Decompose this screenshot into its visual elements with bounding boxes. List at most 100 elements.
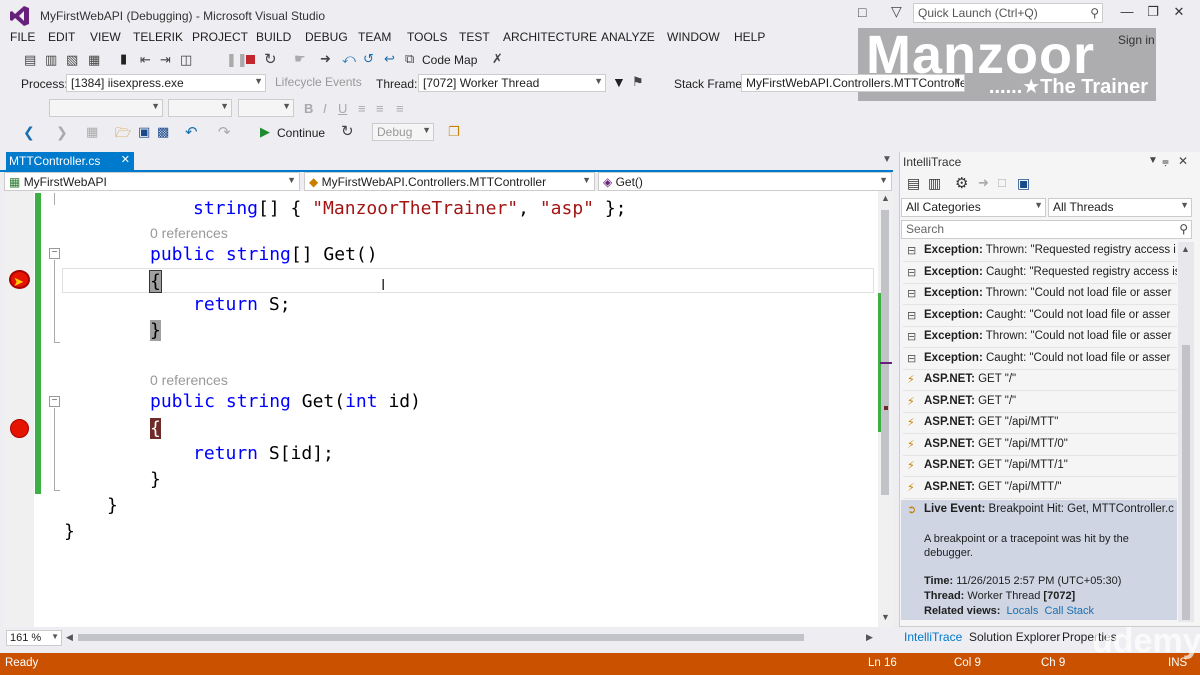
threads-icon[interactable]: ▥	[45, 52, 57, 68]
close-icon[interactable]: ✕	[1178, 154, 1188, 168]
maximize-icon[interactable]: ❐	[1142, 4, 1164, 22]
sign-in-link[interactable]: Sign in	[1118, 33, 1155, 47]
gear-icon[interactable]: ⚙	[955, 174, 968, 192]
event-row[interactable]: ⚡ ASP.NET: GET "/"	[903, 392, 1177, 413]
event-row[interactable]: ⚡ ASP.NET: GET "/api/MTT"	[903, 413, 1177, 434]
continue-icon[interactable]: ▶	[260, 124, 270, 140]
code-line-method-get-id[interactable]: public string Get(int id)	[150, 391, 421, 412]
code-map-icon[interactable]: ⧉	[405, 51, 414, 67]
underline-icon[interactable]: U	[338, 101, 347, 116]
font-size-dropdown[interactable]: ▼	[168, 99, 232, 117]
code-line-method-get[interactable]: public string[] Get()	[150, 244, 378, 265]
menu-help[interactable]: HELP	[734, 30, 765, 44]
refresh-icon[interactable]: ↻	[341, 122, 354, 140]
event-row[interactable]: ⊟ Exception: Caught: "Could not load file…	[903, 349, 1177, 370]
locals-link[interactable]: Locals	[1007, 605, 1039, 617]
redo-icon[interactable]: ↷	[218, 123, 231, 141]
event-row[interactable]: ⚡ ASP.NET: GET "/api/MTT/0"	[903, 435, 1177, 456]
codelens-references[interactable]: 0 references	[150, 225, 228, 241]
intellitrace-scroll-thumb[interactable]	[1182, 345, 1190, 620]
align-center-icon[interactable]: ≡	[376, 101, 384, 116]
pause-icon[interactable]: ❚❚	[226, 52, 248, 68]
code-line-close-brace[interactable]: }	[150, 320, 161, 341]
code-line-open-brace[interactable]: {	[150, 418, 161, 439]
show-threads-icon[interactable]: ▤	[24, 52, 36, 68]
collapse-icon[interactable]: −	[49, 248, 60, 259]
modules-icon[interactable]: ▦	[88, 52, 100, 68]
bookmark-folder-icon[interactable]: ◫	[180, 52, 192, 68]
code-line-close-brace[interactable]: }	[150, 469, 161, 490]
feedback-icon[interactable]: □	[858, 4, 866, 20]
zoom-dropdown[interactable]: 161 % ▼	[6, 630, 62, 646]
tree-view-icon[interactable]: ▥	[928, 175, 941, 192]
quick-launch-input[interactable]: Quick Launch (Ctrl+Q) ⚲	[913, 3, 1103, 23]
search-icon[interactable]: ⚲	[1179, 222, 1188, 236]
open-folder-icon[interactable]: 🗁	[115, 124, 131, 146]
event-row[interactable]: ⊟ Exception: Thrown: "Could not load file…	[903, 284, 1177, 305]
code-line-class-close[interactable]: }	[107, 495, 118, 516]
back-icon[interactable]: ❮	[23, 124, 35, 141]
continue-button[interactable]: Continue	[277, 126, 325, 140]
menu-debug[interactable]: DEBUG	[305, 30, 348, 44]
menu-tools[interactable]: TOOLS	[407, 30, 447, 44]
project-nav-dropdown[interactable]: ▦ MyFirstWebAPI ▼	[4, 172, 300, 191]
panel-menu-icon[interactable]: ▼	[1148, 155, 1158, 166]
category-filter-dropdown[interactable]: All Categories ▼	[901, 198, 1046, 217]
event-row[interactable]: ⊟ Exception: Caught: "Requested registry …	[903, 263, 1177, 284]
code-line-array-init[interactable]: string[] { "ManzoorTheTrainer", "asp" };	[193, 198, 627, 219]
member-nav-dropdown[interactable]: ◈ Get() ▼	[598, 172, 892, 191]
close-icon[interactable]: ✕	[121, 153, 130, 166]
align-left-icon[interactable]: ≡	[358, 101, 366, 116]
event-row[interactable]: ⚡ ASP.NET: GET "/"	[903, 370, 1177, 391]
collapse-icon[interactable]: −	[49, 396, 60, 407]
tab-solution-explorer[interactable]: Solution Explorer	[969, 630, 1060, 644]
menu-team[interactable]: TEAM	[358, 30, 391, 44]
hex-display-icon[interactable]: ✗	[492, 51, 503, 67]
live-event-row[interactable]: ➲ Live Event: Breakpoint Hit: Get, MTTCon…	[903, 500, 1177, 521]
italic-icon[interactable]: I	[323, 101, 327, 116]
current-statement-breakpoint-icon[interactable]: ➤	[9, 270, 30, 289]
intellitrace-search-input[interactable]: Search ⚲	[901, 220, 1192, 239]
codelens-references[interactable]: 0 references	[150, 372, 228, 388]
undo-icon[interactable]: ↶	[185, 123, 198, 141]
filter-threads-icon[interactable]: ▼	[612, 74, 626, 90]
pin-icon[interactable]: ⩦	[1162, 154, 1169, 169]
menu-telerik[interactable]: TELERIK	[133, 30, 183, 44]
breakpoint-margin[interactable]	[4, 191, 34, 627]
tab-intellitrace[interactable]: IntelliTrace	[904, 630, 962, 644]
list-view-icon[interactable]: ▤	[907, 175, 920, 192]
event-row[interactable]: ⚡ ASP.NET: GET "/api/MTT/1"	[903, 456, 1177, 477]
stack-icon[interactable]: ▧	[66, 52, 78, 68]
menu-file[interactable]: FILE	[10, 30, 35, 44]
close-icon[interactable]: ✕	[1168, 4, 1190, 22]
scroll-up-icon[interactable]: ▲	[1181, 244, 1190, 254]
show-next-statement-icon[interactable]: ➜	[320, 51, 331, 67]
step-out-icon[interactable]: ↩	[384, 51, 395, 67]
menu-test[interactable]: TEST	[459, 30, 490, 44]
stop-icon[interactable]	[246, 55, 255, 64]
save-icon[interactable]: ▣	[1017, 175, 1030, 192]
code-map-button[interactable]: Code Map	[422, 53, 477, 67]
event-row[interactable]: ⚡ ASP.NET: GET "/api/MTT/"	[903, 478, 1177, 499]
thread-filter-dropdown[interactable]: All Threads ▼	[1048, 198, 1192, 217]
code-editor[interactable]	[4, 191, 878, 627]
save-all-icon[interactable]: ▩	[157, 124, 169, 140]
attach-icon[interactable]: ☛	[294, 51, 306, 67]
call-stack-link[interactable]: Call Stack	[1044, 605, 1094, 617]
code-line-namespace-close[interactable]: }	[64, 521, 75, 542]
thread-dropdown[interactable]: [7072] Worker Thread ▼	[418, 74, 606, 92]
new-project-icon[interactable]: ▦	[86, 124, 98, 140]
editor-horizontal-scroll-thumb[interactable]	[78, 634, 804, 641]
menu-analyze[interactable]: ANALYZE	[601, 30, 655, 44]
code-line-open-brace[interactable]: {	[149, 270, 162, 293]
find-in-files-icon[interactable]: ❐	[448, 124, 460, 140]
class-nav-dropdown[interactable]: ◆ MyFirstWebAPI.Controllers.MTTControlle…	[304, 172, 595, 191]
style-dropdown[interactable]: ▼	[238, 99, 294, 117]
font-name-dropdown[interactable]: ▼	[49, 99, 163, 117]
restart-icon[interactable]: ↻	[264, 50, 277, 68]
filter-icon[interactable]: ▽	[891, 3, 902, 20]
lifecycle-events-dropdown[interactable]: Lifecycle Events	[271, 74, 371, 92]
stack-frame-dropdown[interactable]: MyFirstWebAPI.Controllers.MTTControlle ▼	[741, 74, 965, 92]
step-over-icon[interactable]: ↺	[363, 51, 374, 67]
flag-icon[interactable]: ⚑	[632, 74, 644, 90]
